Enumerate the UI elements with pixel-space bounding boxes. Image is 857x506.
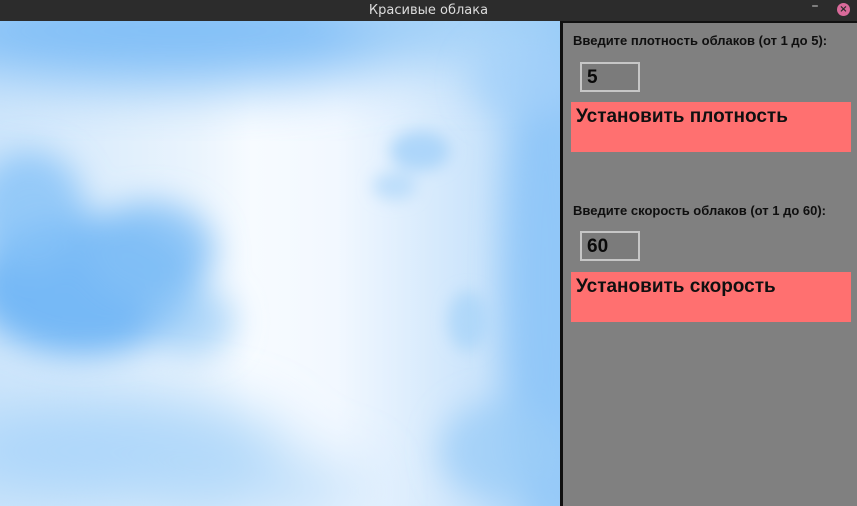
- app-window: Красивые облака – × Введите плотность об…: [0, 0, 857, 506]
- minimize-button[interactable]: –: [808, 0, 822, 15]
- density-input[interactable]: 5: [580, 62, 640, 92]
- speed-prompt: Введите скорость облаков (от 1 до 60):: [573, 203, 827, 218]
- set-speed-button[interactable]: Установить скорость: [571, 272, 851, 322]
- window-title: Красивые облака: [368, 3, 489, 18]
- control-panel: Введите плотность облаков (от 1 до 5): 5…: [563, 21, 857, 506]
- title-bar: Красивые облака – ×: [0, 0, 857, 21]
- density-prompt: Введите плотность облаков (от 1 до 5):: [573, 33, 828, 48]
- cloud-canvas: [0, 21, 560, 506]
- set-density-button[interactable]: Установить плотность: [571, 102, 851, 152]
- cloud-render: [0, 21, 560, 506]
- close-button[interactable]: ×: [837, 3, 850, 16]
- speed-input[interactable]: 60: [580, 231, 640, 261]
